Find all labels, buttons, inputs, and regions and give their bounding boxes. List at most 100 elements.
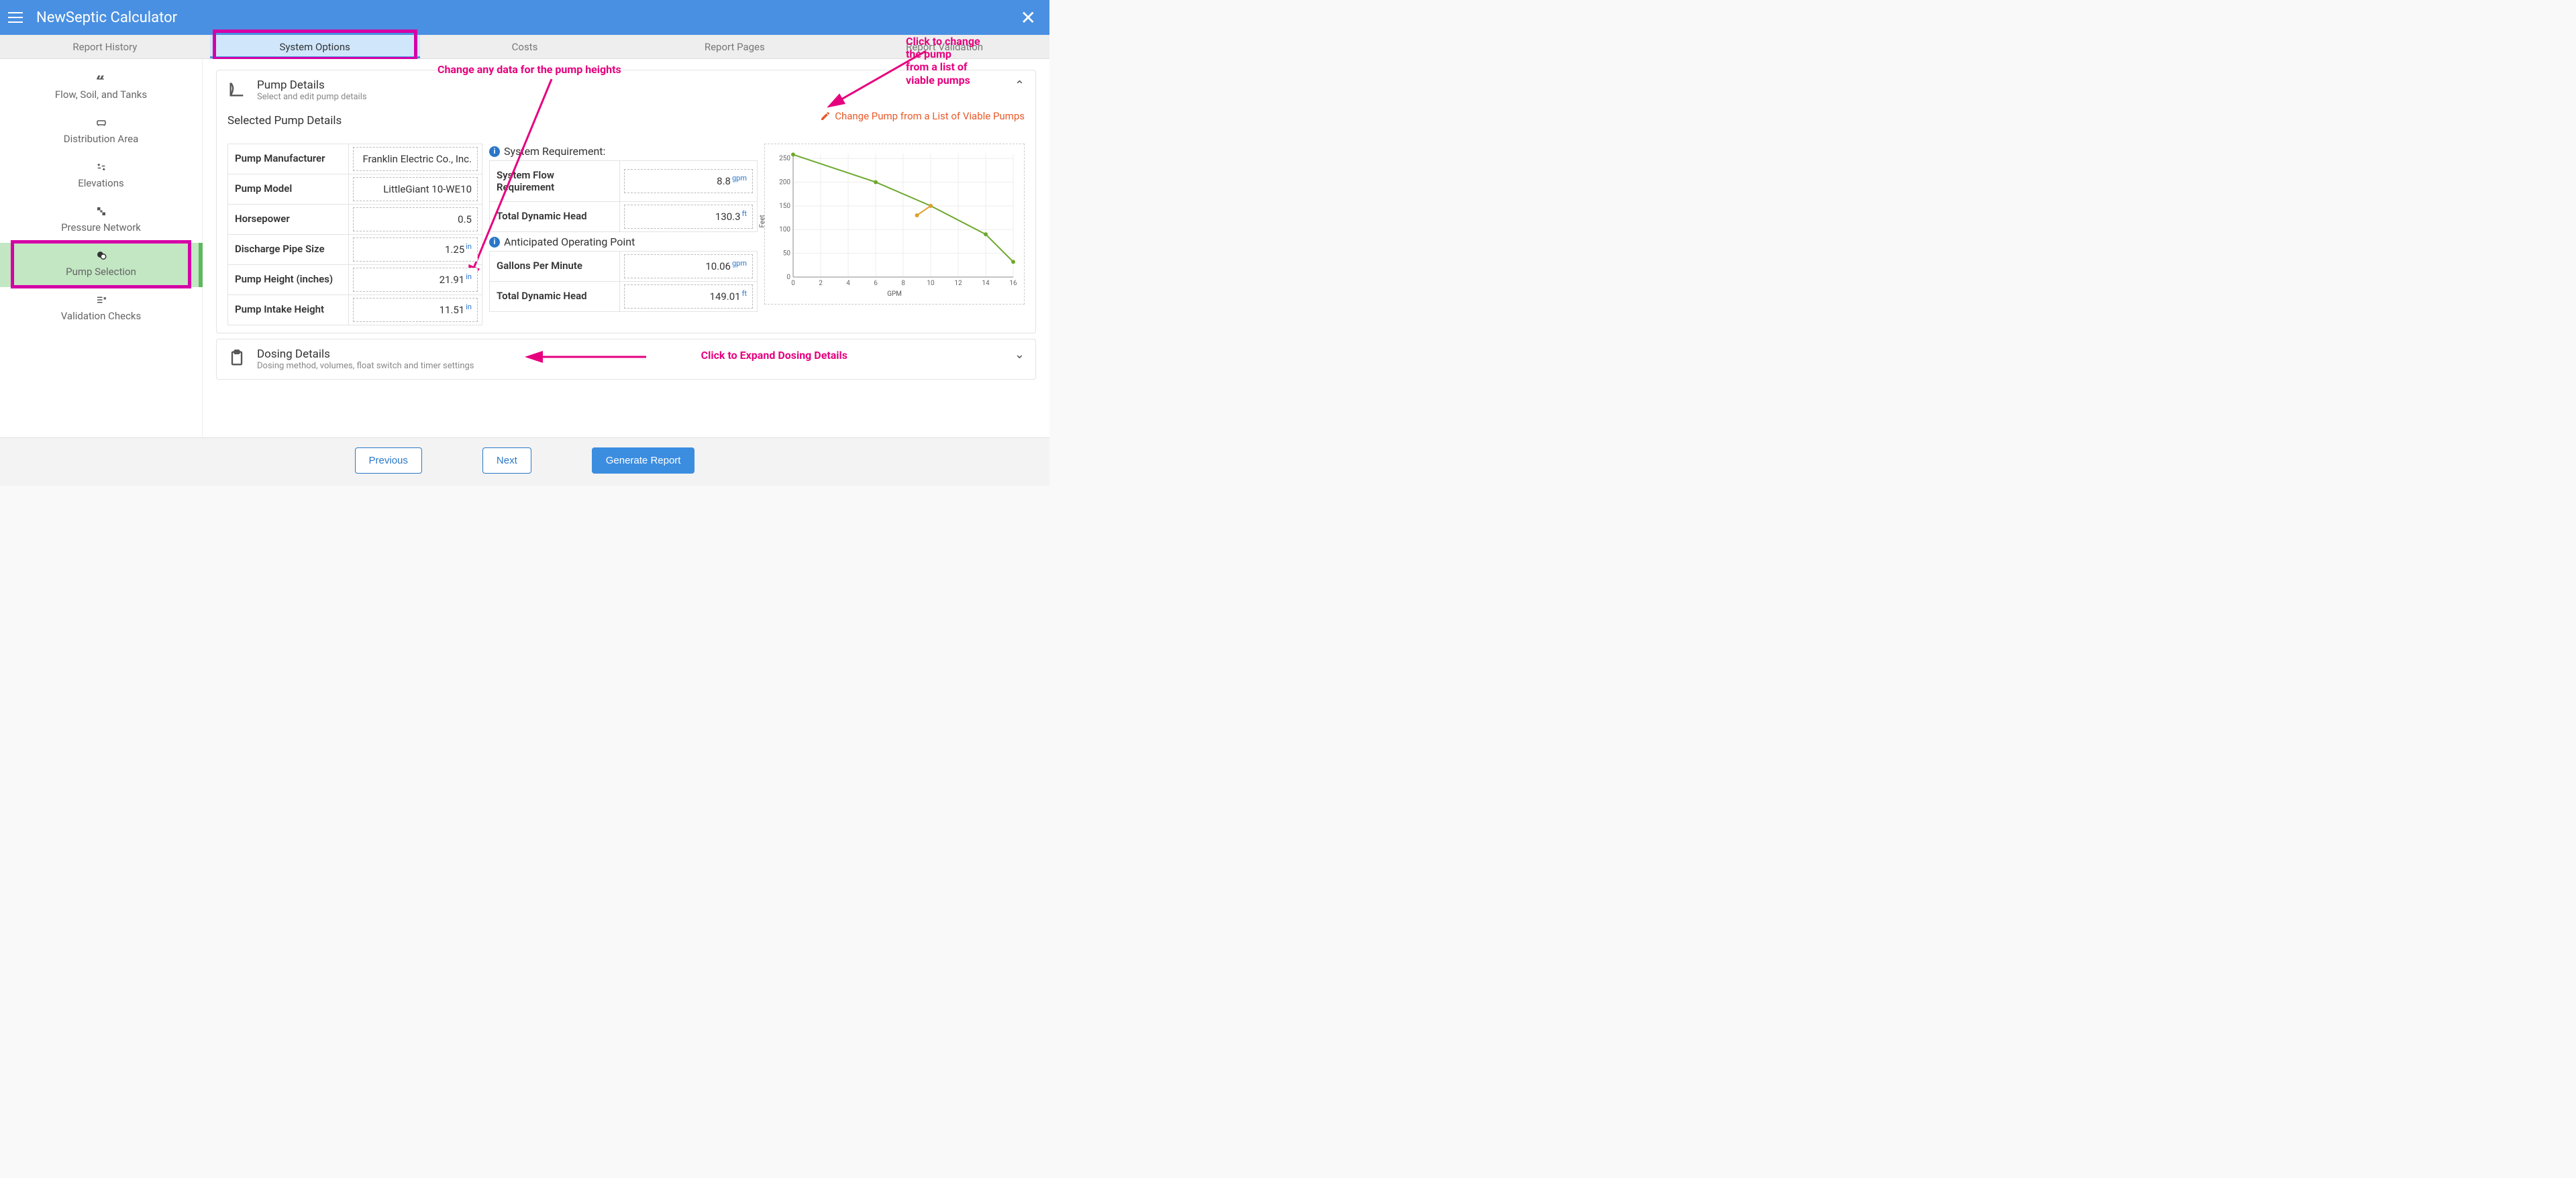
svg-text:50: 50 <box>783 250 791 258</box>
tab-report-history[interactable]: Report History <box>0 35 210 58</box>
sidebar-icon <box>0 205 202 221</box>
generate-report-button[interactable]: Generate Report <box>592 447 695 474</box>
unit-label: gpm <box>732 174 747 182</box>
pump-panel-body: Selected Pump Details Change Pump from a… <box>217 110 1035 333</box>
svg-text:2: 2 <box>819 280 823 287</box>
chart-y-axis-label: Feet <box>759 215 766 227</box>
change-pump-link[interactable]: Change Pump from a List of Viable Pumps <box>820 110 1025 122</box>
system-requirement-header: i System Requirement: <box>489 145 758 158</box>
tab-system-options[interactable]: System Options <box>210 35 420 58</box>
sidebar-item-label: Pump Selection <box>0 266 202 278</box>
field-label: Pump Manufacturer <box>228 144 349 174</box>
field-label: System Flow Requirement <box>490 161 620 201</box>
field-value-input[interactable]: 0.5 <box>353 207 478 231</box>
svg-text:4: 4 <box>846 280 850 287</box>
tab-costs[interactable]: Costs <box>420 35 630 58</box>
sidebar-icon <box>0 117 202 133</box>
field-label: Pump Intake Height <box>228 295 349 325</box>
field-value-input[interactable]: 8.8gpm <box>624 169 753 193</box>
pump-panel-subtitle: Select and edit pump details <box>257 92 1004 102</box>
svg-text:16: 16 <box>1009 280 1017 287</box>
field-value-input[interactable]: 1.25in <box>353 237 478 262</box>
pump-panel-title: Pump Details <box>257 78 1004 92</box>
field-label: Pump Height (inches) <box>228 265 349 294</box>
field-value-input[interactable]: 10.06gpm <box>624 254 753 278</box>
svg-text:100: 100 <box>779 226 790 233</box>
svg-text:0: 0 <box>791 280 795 287</box>
info-icon[interactable]: i <box>489 237 500 248</box>
field-row: Total Dynamic Head130.3ft <box>489 201 758 232</box>
field-value-input[interactable]: 11.51in <box>353 298 478 322</box>
selected-pump-title: Selected Pump Details <box>227 114 342 127</box>
sidebar-item-validation-checks[interactable]: Validation Checks <box>0 287 202 331</box>
field-label: Total Dynamic Head <box>490 202 620 231</box>
sidebar-item-label: Elevations <box>0 177 202 189</box>
field-row: System Flow Requirement8.8gpm <box>489 160 758 202</box>
field-row: Pump ManufacturerFranklin Electric Co., … <box>227 144 482 174</box>
field-label: Total Dynamic Head <box>490 282 620 311</box>
footer-bar: Previous Next Generate Report <box>0 438 1049 486</box>
previous-button[interactable]: Previous <box>355 447 422 474</box>
expand-icon[interactable]: ⌄ <box>1015 347 1025 362</box>
sidebar-item-label: Distribution Area <box>0 133 202 145</box>
unit-label: in <box>466 272 472 281</box>
tab-report-validation[interactable]: Report Validation <box>839 35 1049 58</box>
unit-label: in <box>466 242 472 251</box>
field-value-input[interactable]: Franklin Electric Co., Inc. <box>353 147 478 171</box>
system-requirement-column: i System Requirement: System Flow Requir… <box>489 144 758 325</box>
close-icon[interactable]: ✕ <box>1015 7 1041 29</box>
field-value-input[interactable]: LittleGiant 10-WE10 <box>353 177 478 201</box>
field-label: Discharge Pipe Size <box>228 235 349 264</box>
sidebar-item-label: Pressure Network <box>0 221 202 233</box>
sidebar-item-elevations[interactable]: Elevations <box>0 154 202 199</box>
field-row: Gallons Per Minute10.06gpm <box>489 251 758 282</box>
pump-details-panel: Pump Details Select and edit pump detail… <box>216 70 1036 333</box>
app-header: NewSeptic Calculator ✕ <box>0 0 1049 35</box>
field-label: Gallons Per Minute <box>490 252 620 281</box>
ruler-angle-icon <box>227 80 246 99</box>
sidebar-icon <box>0 250 202 266</box>
menu-icon[interactable] <box>8 8 27 27</box>
top-tabs: Report HistorySystem OptionsCostsReport … <box>0 35 1049 59</box>
unit-label: ft <box>742 209 747 218</box>
field-value-input[interactable]: 130.3ft <box>624 205 753 229</box>
svg-text:14: 14 <box>982 280 990 287</box>
sidebar-icon <box>0 294 202 310</box>
svg-text:250: 250 <box>779 155 790 162</box>
unit-label: in <box>466 303 472 311</box>
svg-text:8: 8 <box>901 280 905 287</box>
info-icon[interactable]: i <box>489 146 500 157</box>
field-value-input[interactable]: 21.91in <box>353 268 478 292</box>
field-label: Pump Model <box>228 174 349 204</box>
next-button[interactable]: Next <box>482 447 531 474</box>
dosing-details-panel[interactable]: Dosing Details Dosing method, volumes, f… <box>216 339 1036 380</box>
unit-label: ft <box>742 289 747 298</box>
collapse-icon[interactable]: ⌃ <box>1015 78 1025 93</box>
svg-text:12: 12 <box>954 280 962 287</box>
field-row: Pump ModelLittleGiant 10-WE10 <box>227 174 482 205</box>
field-label: Horsepower <box>228 205 349 234</box>
pump-details-header[interactable]: Pump Details Select and edit pump detail… <box>217 70 1035 110</box>
tab-report-pages[interactable]: Report Pages <box>629 35 839 58</box>
dosing-panel-title: Dosing Details <box>257 347 1004 361</box>
sidebar-item-pressure-network[interactable]: Pressure Network <box>0 199 202 243</box>
svg-text:10: 10 <box>927 280 935 287</box>
field-row: Pump Height (inches)21.91in <box>227 264 482 295</box>
pencil-icon <box>820 111 831 121</box>
change-pump-link-text: Change Pump from a List of Viable Pumps <box>835 110 1025 122</box>
sidebar-item-flow-soil-and-tanks[interactable]: Flow, Soil, and Tanks <box>0 66 202 110</box>
unit-label: gpm <box>732 259 747 268</box>
field-value-input[interactable]: 149.01ft <box>624 284 753 309</box>
sidebar-item-label: Validation Checks <box>0 310 202 322</box>
operating-point-header: i Anticipated Operating Point <box>489 235 758 248</box>
app-title: NewSeptic Calculator <box>36 9 1015 26</box>
sidebar-item-pump-selection[interactable]: Pump Selection <box>0 243 202 287</box>
sidebar-item-distribution-area[interactable]: Distribution Area <box>0 110 202 154</box>
pump-curve-chart: Feet 0501001502002500246810121416 GPM <box>764 144 1025 305</box>
main-content: Change any data for the pump heights Cli… <box>203 59 1049 437</box>
dosing-panel-subtitle: Dosing method, volumes, float switch and… <box>257 361 1004 371</box>
main-body: Flow, Soil, and Tanks Distribution Area El… <box>0 59 1049 437</box>
field-row: Discharge Pipe Size1.25in <box>227 234 482 265</box>
sidebar-item-label: Flow, Soil, and Tanks <box>0 89 202 101</box>
svg-text:0: 0 <box>786 274 790 281</box>
